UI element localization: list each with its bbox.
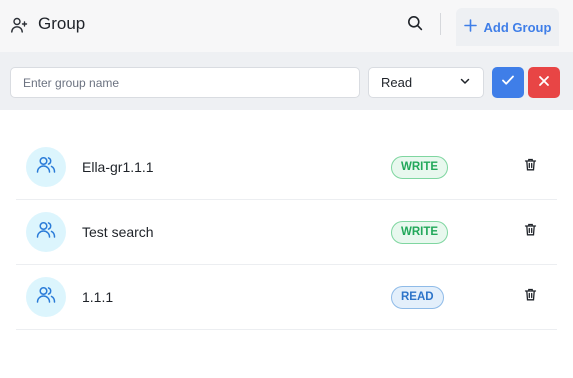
permission-badge: WRITE <box>391 156 449 179</box>
page-title: Group <box>38 14 86 33</box>
add-group-label: Add Group <box>483 19 552 35</box>
group-list: Ella-gr1.1.1 WRITE Test search WRITE 1.1… <box>0 110 573 378</box>
trash-icon <box>524 158 537 176</box>
close-icon <box>538 74 550 92</box>
confirm-button[interactable] <box>492 67 524 98</box>
chevron-down-icon <box>459 75 471 90</box>
users-icon <box>35 154 57 181</box>
avatar <box>26 147 66 187</box>
trash-icon <box>524 223 537 241</box>
permission-badge: READ <box>391 286 444 309</box>
users-icon <box>35 219 57 246</box>
group-name: Test search <box>82 224 154 240</box>
user-plus-icon <box>10 16 28 34</box>
group-name: Ella-gr1.1.1 <box>82 159 154 175</box>
header: Group Add Group <box>0 0 573 52</box>
cancel-button[interactable] <box>528 67 560 98</box>
check-icon <box>501 73 515 92</box>
add-group-button[interactable]: Add Group <box>456 8 559 46</box>
header-divider <box>440 13 441 35</box>
group-name-input[interactable] <box>10 67 360 98</box>
search-icon <box>407 15 423 36</box>
permission-select-value: Read <box>381 75 413 90</box>
list-item: 1.1.1 READ <box>16 265 557 330</box>
search-button[interactable] <box>404 14 426 36</box>
avatar <box>26 212 66 252</box>
delete-button[interactable] <box>523 223 537 241</box>
avatar <box>26 277 66 317</box>
delete-button[interactable] <box>523 158 537 176</box>
users-icon <box>35 284 57 311</box>
new-group-form: Read <box>0 52 573 110</box>
list-item: Ella-gr1.1.1 WRITE <box>16 135 557 200</box>
delete-button[interactable] <box>523 288 537 306</box>
trash-icon <box>524 288 537 306</box>
group-name: 1.1.1 <box>82 289 114 305</box>
permission-badge: WRITE <box>391 221 449 244</box>
permission-select[interactable]: Read <box>368 67 484 98</box>
plus-icon <box>463 19 477 35</box>
list-item: Test search WRITE <box>16 200 557 265</box>
